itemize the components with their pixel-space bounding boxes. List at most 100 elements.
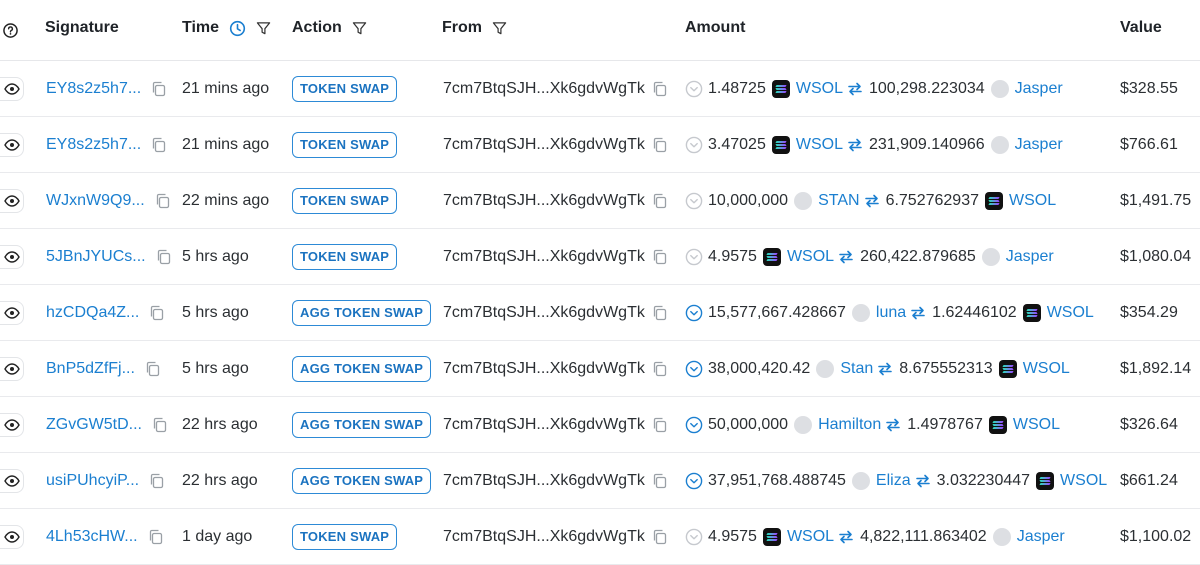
token-out-link[interactable]: WSOL	[1009, 192, 1056, 210]
copy-icon[interactable]	[652, 193, 667, 209]
chevron-circle-icon[interactable]	[685, 360, 703, 378]
signature-link[interactable]: WJxnW9Q9...	[46, 192, 145, 210]
chevron-circle-icon[interactable]	[685, 248, 703, 266]
from-address[interactable]: 7cm7BtqSJH...Xk6gdvWgTk	[443, 528, 645, 546]
eye-icon[interactable]	[0, 413, 24, 437]
chevron-circle-icon[interactable]	[685, 80, 703, 98]
copy-icon[interactable]	[652, 361, 667, 377]
signature-link[interactable]: EY8s2z5h7...	[46, 80, 141, 98]
eye-icon[interactable]	[0, 357, 24, 381]
signature-cell: hzCDQa4Z...	[46, 285, 164, 341]
copy-icon[interactable]	[148, 529, 163, 545]
wsol-token-logo	[771, 136, 790, 154]
eye-icon[interactable]	[0, 77, 24, 101]
amount-out: 8.675552313	[899, 360, 993, 377]
chevron-circle-icon[interactable]	[685, 304, 703, 322]
eye-icon[interactable]	[0, 245, 24, 269]
value-cell: $1,080.04	[1120, 229, 1191, 285]
copy-icon[interactable]	[155, 193, 170, 209]
token-in-link[interactable]: Stan	[840, 360, 873, 378]
signature-link[interactable]: 5JBnJYUCs...	[46, 248, 146, 266]
copy-icon[interactable]	[149, 473, 164, 489]
signature-link[interactable]: usiPUhcyiP...	[46, 472, 139, 490]
token-in-link[interactable]: luna	[876, 304, 906, 322]
token-out-link[interactable]: Jasper	[1006, 248, 1054, 266]
chevron-circle-icon[interactable]	[685, 472, 703, 490]
token-out-link[interactable]: Jasper	[1015, 80, 1063, 98]
token-in-link[interactable]: Hamilton	[818, 416, 881, 434]
token-in-link[interactable]: WSOL	[796, 80, 843, 98]
action-cell: TOKEN SWAP	[292, 61, 398, 117]
header-value-label: Value	[1120, 19, 1162, 36]
from-address[interactable]: 7cm7BtqSJH...Xk6gdvWgTk	[443, 248, 645, 266]
copy-icon[interactable]	[145, 361, 160, 377]
chevron-circle-icon[interactable]	[685, 416, 703, 434]
copy-icon[interactable]	[152, 417, 167, 433]
from-address[interactable]: 7cm7BtqSJH...Xk6gdvWgTk	[443, 304, 645, 322]
chevron-circle-icon[interactable]	[685, 136, 703, 154]
time-cell: 5 hrs ago	[182, 341, 249, 397]
clock-icon[interactable]	[229, 20, 246, 37]
signature-link[interactable]: EY8s2z5h7...	[46, 136, 141, 154]
amount-in: 1.48725	[708, 80, 766, 97]
filter-icon[interactable]	[352, 21, 367, 36]
copy-icon[interactable]	[652, 305, 667, 321]
signature-link[interactable]: BnP5dZfFj...	[46, 360, 135, 378]
token-in-link[interactable]: Eliza	[876, 472, 911, 490]
copy-icon[interactable]	[652, 417, 667, 433]
question-circle-icon[interactable]	[3, 23, 18, 43]
amount-in: 4.9575	[708, 248, 757, 265]
eye-icon[interactable]	[0, 133, 24, 157]
copy-icon[interactable]	[652, 137, 667, 153]
from-cell: 7cm7BtqSJH...Xk6gdvWgTk	[443, 229, 667, 285]
from-address[interactable]: 7cm7BtqSJH...Xk6gdvWgTk	[443, 192, 645, 210]
filter-icon[interactable]	[256, 21, 271, 36]
token-out-link[interactable]: Jasper	[1017, 528, 1065, 546]
token-logo	[990, 80, 1009, 98]
from-address[interactable]: 7cm7BtqSJH...Xk6gdvWgTk	[443, 80, 645, 98]
row-eye-cell	[0, 61, 24, 117]
token-in-link[interactable]: STAN	[818, 192, 859, 210]
action-badge: TOKEN SWAP	[292, 132, 398, 158]
from-address[interactable]: 7cm7BtqSJH...Xk6gdvWgTk	[443, 136, 645, 154]
chevron-circle-icon[interactable]	[685, 528, 703, 546]
token-out-link[interactable]: Jasper	[1015, 136, 1063, 154]
copy-icon[interactable]	[652, 529, 667, 545]
signature-link[interactable]: hzCDQa4Z...	[46, 304, 139, 322]
eye-icon[interactable]	[0, 525, 24, 549]
from-cell: 7cm7BtqSJH...Xk6gdvWgTk	[443, 341, 667, 397]
copy-icon[interactable]	[151, 137, 166, 153]
action-cell: AGG TOKEN SWAP	[292, 453, 432, 509]
from-address[interactable]: 7cm7BtqSJH...Xk6gdvWgTk	[443, 472, 645, 490]
from-address[interactable]: 7cm7BtqSJH...Xk6gdvWgTk	[443, 416, 645, 434]
copy-icon[interactable]	[652, 473, 667, 489]
time-text: 5 hrs ago	[182, 304, 249, 321]
filter-icon[interactable]	[492, 21, 507, 36]
token-in-link[interactable]: WSOL	[796, 136, 843, 154]
token-out-link[interactable]: WSOL	[1013, 416, 1060, 434]
signature-link[interactable]: ZGvGW5tD...	[46, 416, 142, 434]
token-out-link[interactable]: WSOL	[1023, 360, 1070, 378]
copy-icon[interactable]	[652, 249, 667, 265]
signature-link[interactable]: 4Lh53cHW...	[46, 528, 138, 546]
chevron-circle-icon[interactable]	[685, 192, 703, 210]
time-text: 22 hrs ago	[182, 416, 258, 433]
eye-icon[interactable]	[0, 189, 24, 213]
header-action-label: Action	[292, 19, 342, 36]
from-address[interactable]: 7cm7BtqSJH...Xk6gdvWgTk	[443, 360, 645, 378]
table-row: ZGvGW5tD... 22 hrs ago AGG TOKEN SWAP 7cm7B…	[0, 397, 1200, 453]
eye-icon[interactable]	[0, 301, 24, 325]
copy-icon[interactable]	[149, 305, 164, 321]
copy-icon[interactable]	[156, 249, 171, 265]
copy-icon[interactable]	[151, 81, 166, 97]
amount-cell: 15,577,667.428667 luna 1.62446102 WSOL	[685, 285, 1094, 341]
time-text: 1 day ago	[182, 528, 253, 545]
eye-icon[interactable]	[0, 469, 24, 493]
copy-icon[interactable]	[652, 81, 667, 97]
token-in-link[interactable]: WSOL	[787, 248, 834, 266]
token-in-link[interactable]: WSOL	[787, 528, 834, 546]
token-out-link[interactable]: WSOL	[1047, 304, 1094, 322]
token-out-link[interactable]: WSOL	[1060, 472, 1107, 490]
from-cell: 7cm7BtqSJH...Xk6gdvWgTk	[443, 173, 667, 229]
table-row: EY8s2z5h7... 21 mins ago TOKEN SWAP 7cm7Btq…	[0, 61, 1200, 117]
